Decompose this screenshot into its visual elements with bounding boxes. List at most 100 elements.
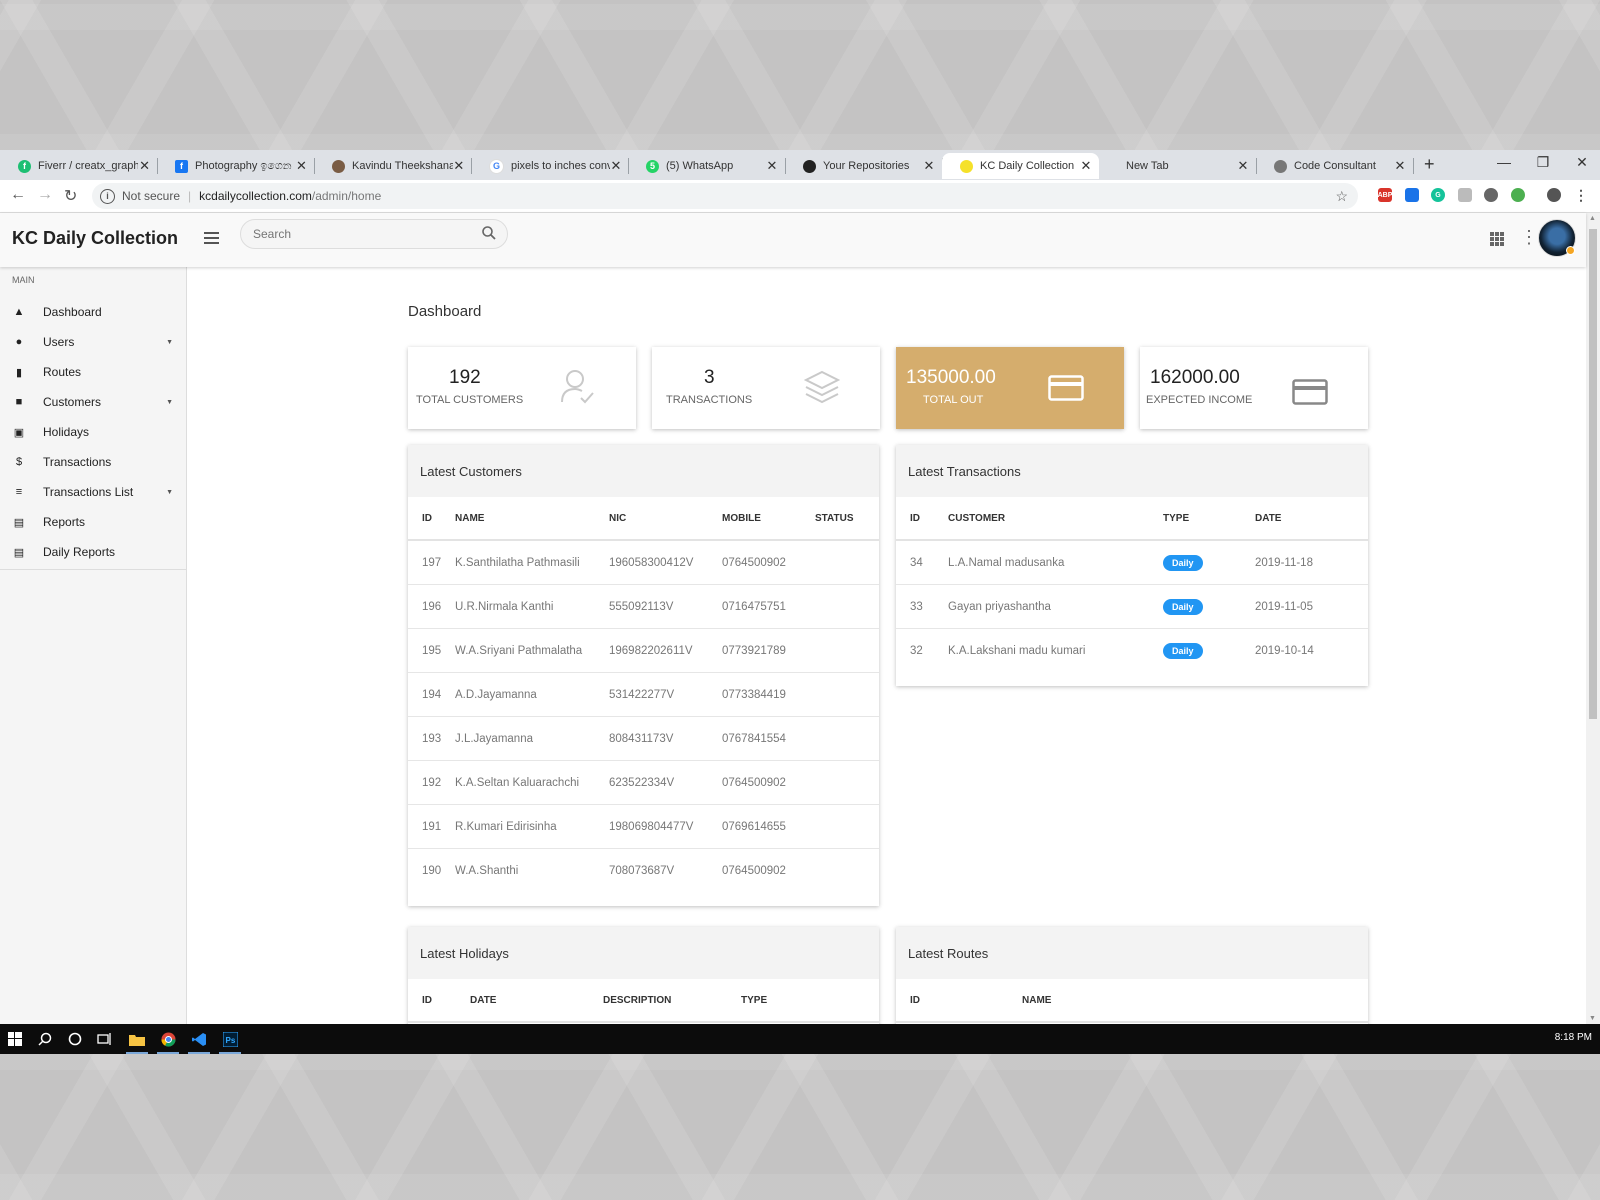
- address-bar[interactable]: i Not secure | kcdailycollection.com/adm…: [92, 183, 1358, 209]
- credit-card-icon: [1292, 379, 1328, 405]
- tab-whatsapp[interactable]: 5 (5) WhatsApp ✕: [628, 153, 786, 179]
- calendar-icon: ▣: [13, 426, 25, 439]
- tab-code-consultant[interactable]: Code Consultant ✕: [1256, 153, 1414, 179]
- search-box[interactable]: [240, 219, 508, 249]
- forward-arrow-icon[interactable]: →: [37, 186, 53, 204]
- windows-start-icon[interactable]: [0, 1024, 30, 1054]
- extension-icon[interactable]: [1511, 188, 1525, 202]
- tab-kc-daily-collection[interactable]: KC Daily Collection ✕: [942, 153, 1099, 179]
- close-tab-icon[interactable]: ✕: [1236, 158, 1250, 174]
- map-icon: ▮: [15, 366, 23, 379]
- contact-icon: ■: [15, 396, 23, 408]
- type-badge: Daily: [1163, 642, 1203, 659]
- sidebar-item-routes[interactable]: ▮ Routes: [0, 357, 186, 387]
- extension-icon[interactable]: [1458, 188, 1472, 202]
- close-tab-icon[interactable]: ✕: [1079, 158, 1093, 174]
- scroll-down-icon[interactable]: ▼: [1589, 1015, 1596, 1022]
- info-icon[interactable]: i: [100, 188, 115, 204]
- tab-fiverr[interactable]: f Fiverr / creatx_graphic ✕: [0, 153, 158, 179]
- document-icon: ▤: [13, 546, 25, 559]
- table-row[interactable]: 195 W.A.Sriyani Pathmalatha 196982202611V 0…: [408, 628, 879, 673]
- table-row[interactable]: 191 R.Kumari Edirisinha 198069804477V 07696…: [408, 804, 879, 849]
- cortana-icon[interactable]: [60, 1024, 90, 1054]
- chrome-icon[interactable]: [153, 1024, 183, 1054]
- vscode-icon[interactable]: [184, 1024, 214, 1054]
- close-tab-icon[interactable]: ✕: [138, 158, 151, 174]
- brand-title[interactable]: KC Daily Collection: [12, 228, 178, 249]
- table-row[interactable]: 192 K.A.Seltan Kaluarachchi 623522334V 0764…: [408, 760, 879, 805]
- tab-kavindu[interactable]: Kavindu Theekshana H ✕: [314, 153, 472, 179]
- sidebar-item-dashboard[interactable]: ▲ Dashboard: [0, 297, 186, 327]
- more-options-icon[interactable]: ⋮: [1520, 228, 1538, 246]
- user-check-icon: [561, 370, 594, 404]
- task-view-icon[interactable]: [90, 1024, 120, 1054]
- scroll-up-icon[interactable]: ▲: [1589, 215, 1596, 222]
- new-tab-button[interactable]: +: [1424, 154, 1435, 175]
- sidebar-item-transactions-list[interactable]: ≡ Transactions List ▼: [0, 477, 186, 507]
- panel-title: Latest Holidays: [408, 927, 879, 979]
- taskbar-clock[interactable]: 8:18 PM: [1555, 1032, 1592, 1043]
- latest-routes-panel: Latest Routes ID NAME: [896, 927, 1368, 1024]
- stat-card-expected-income[interactable]: 162000.00 EXPECTED INCOME: [1140, 347, 1368, 429]
- close-tab-icon[interactable]: ✕: [295, 158, 308, 174]
- tab-github[interactable]: Your Repositories ✕: [785, 153, 943, 179]
- table-row[interactable]: 190 W.A.Shanthi 708073687V 0764500902: [408, 849, 879, 893]
- reload-icon[interactable]: ↻: [64, 186, 77, 206]
- sidebar-item-holidays[interactable]: ▣ Holidays: [0, 417, 186, 447]
- table-row[interactable]: 32 K.A.Lakshani madu kumari Daily 2019-10-1…: [896, 629, 1368, 673]
- table-row[interactable]: 197 K.Santhilatha Pathmasili 196058300412V…: [408, 540, 879, 585]
- tab-new-tab[interactable]: New Tab ✕: [1099, 153, 1257, 179]
- table-row[interactable]: 34 L.A.Namal madusanka Daily 2019-11-18: [896, 540, 1368, 585]
- close-window-icon[interactable]: ✕: [1572, 154, 1592, 171]
- close-tab-icon[interactable]: ✕: [453, 158, 465, 174]
- sidebar-item-daily-reports[interactable]: ▤ Daily Reports: [0, 537, 186, 567]
- restore-icon[interactable]: ❐: [1533, 154, 1553, 171]
- table-row[interactable]: 196 U.R.Nirmala Kanthi 555092113V 071647575…: [408, 584, 879, 629]
- table-header-row: ID NAME: [896, 979, 1368, 1023]
- apps-grid-icon[interactable]: [1490, 232, 1504, 246]
- caret-down-icon: ▼: [166, 338, 173, 346]
- bookmark-star-icon[interactable]: ☆: [1335, 188, 1348, 205]
- status-dot: [1566, 246, 1575, 255]
- close-tab-icon[interactable]: ✕: [610, 158, 622, 174]
- tab-google[interactable]: G pixels to inches convert ✕: [471, 153, 629, 179]
- grammarly-icon[interactable]: G: [1431, 188, 1445, 202]
- scrollbar-thumb[interactable]: [1589, 229, 1597, 719]
- close-tab-icon[interactable]: ✕: [1393, 158, 1407, 174]
- search-icon[interactable]: [30, 1024, 60, 1054]
- sidebar-item-reports[interactable]: ▤ Reports: [0, 507, 186, 537]
- dollar-icon: $: [15, 456, 23, 468]
- sidebar-item-users[interactable]: ● Users ▼: [0, 327, 186, 357]
- file-explorer-icon[interactable]: [122, 1024, 152, 1054]
- stat-card-transactions[interactable]: 3 TRANSACTIONS: [652, 347, 880, 429]
- github-icon: [803, 159, 816, 173]
- close-tab-icon[interactable]: ✕: [922, 158, 936, 174]
- stat-card-total-customers[interactable]: 192 TOTAL CUSTOMERS: [408, 347, 636, 429]
- search-input[interactable]: [251, 226, 475, 242]
- tab-facebook[interactable]: f Photography ඉගෙන ග ✕: [157, 153, 315, 179]
- hamburger-menu-icon[interactable]: [204, 232, 219, 247]
- tab-strip: f Fiverr / creatx_graphic ✕ f Photograph…: [0, 150, 1600, 180]
- table-row[interactable]: 193 J.L.Jayamanna 808431173V 0767841554: [408, 716, 879, 761]
- sidebar: MAIN ▲ Dashboard ● Users ▼ ▮ Routes ■ Cu…: [0, 267, 187, 1024]
- cloud-icon[interactable]: [1484, 188, 1498, 202]
- stat-card-total-out[interactable]: 135000.00 TOTAL OUT: [896, 347, 1124, 429]
- adblock-icon[interactable]: ABP: [1378, 188, 1392, 202]
- document-icon: ▤: [13, 516, 25, 529]
- photoshop-icon[interactable]: Ps: [215, 1024, 245, 1054]
- sidebar-section-label: MAIN: [12, 275, 35, 285]
- profile-icon[interactable]: [1547, 188, 1561, 202]
- table-row[interactable]: 33 Gayan priyashantha Daily 2019-11-05: [896, 584, 1368, 629]
- avatar[interactable]: [1538, 219, 1576, 257]
- sidebar-item-transactions[interactable]: $ Transactions: [0, 447, 186, 477]
- vertical-scrollbar[interactable]: ▲ ▼: [1586, 213, 1600, 1024]
- list-icon: ≡: [15, 486, 23, 498]
- browser-menu-icon[interactable]: ⋮: [1574, 187, 1588, 203]
- sidebar-item-customers[interactable]: ■ Customers ▼: [0, 387, 186, 417]
- minimize-icon[interactable]: —: [1494, 154, 1514, 170]
- back-arrow-icon[interactable]: ←: [10, 186, 26, 204]
- extension-icon[interactable]: [1405, 188, 1419, 202]
- close-tab-icon[interactable]: ✕: [765, 158, 779, 174]
- search-icon[interactable]: [481, 225, 497, 241]
- table-row[interactable]: 194 A.D.Jayamanna 531422277V 0773384419: [408, 672, 879, 717]
